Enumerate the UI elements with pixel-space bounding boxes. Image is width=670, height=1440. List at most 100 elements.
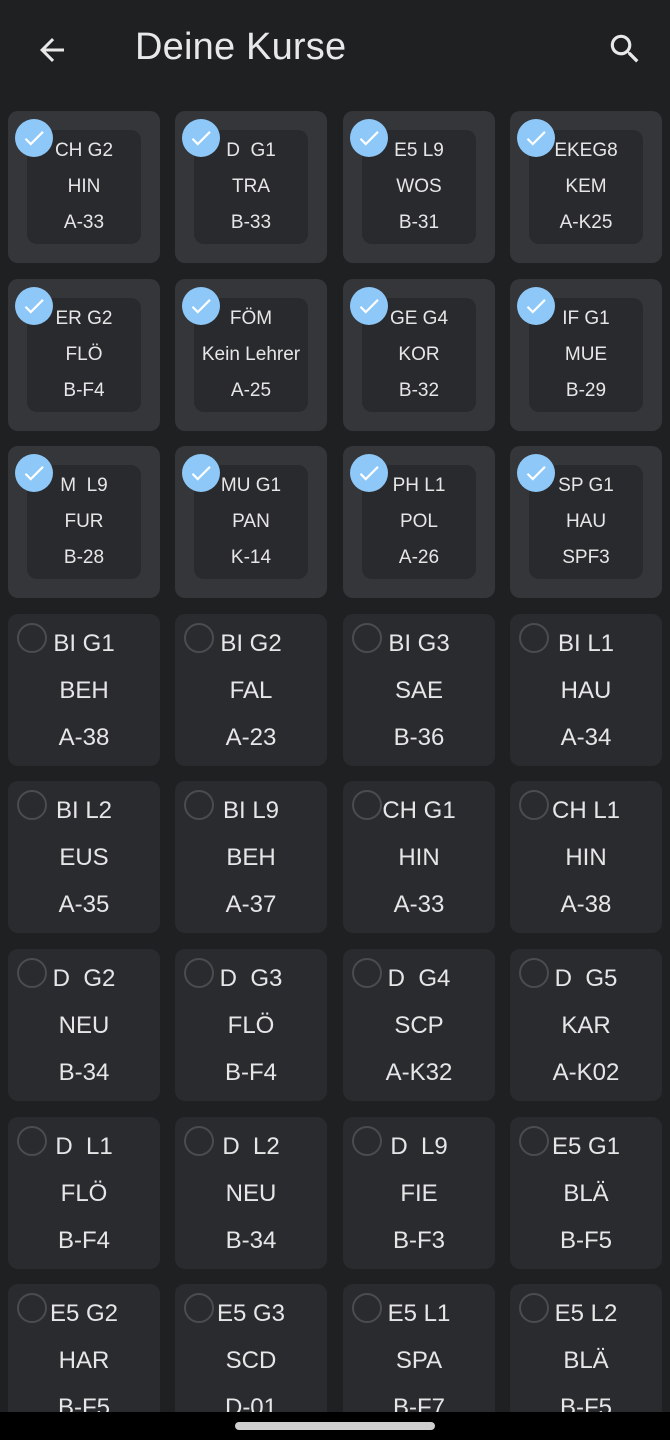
course-card[interactable]: MU G1 PAN K-14 <box>175 446 327 598</box>
radio-unchecked-icon[interactable] <box>519 1126 549 1156</box>
search-icon <box>606 30 644 73</box>
check-icon[interactable] <box>517 454 555 492</box>
course-teacher: KAR <box>561 1011 611 1039</box>
course-teacher: HIN <box>565 843 607 871</box>
course-card[interactable]: FÖM Kein Lehrer A-25 <box>175 279 327 431</box>
course-code: D G1 <box>226 140 276 161</box>
radio-unchecked-icon[interactable] <box>352 623 382 653</box>
course-code: MU G1 <box>220 475 282 496</box>
course-teacher: WOS <box>396 176 442 197</box>
radio-unchecked-icon[interactable] <box>184 958 214 988</box>
course-code: E5 G2 <box>49 1299 119 1327</box>
radio-unchecked-icon[interactable] <box>184 1293 214 1323</box>
course-room: B-F3 <box>392 1226 445 1254</box>
course-card[interactable]: M L9 FUR B-28 <box>8 446 160 598</box>
course-code: BI G1 <box>53 629 115 657</box>
radio-unchecked-icon[interactable] <box>352 958 382 988</box>
course-card[interactable]: D G1 TRA B-33 <box>175 111 327 263</box>
course-card[interactable]: E5 G1 BLÄ B-F5 <box>510 1117 662 1269</box>
radio-unchecked-icon[interactable] <box>519 623 549 653</box>
course-teacher: HAR <box>58 1346 110 1374</box>
course-card[interactable]: D L2 NEU B-34 <box>175 1117 327 1269</box>
check-icon[interactable] <box>182 454 220 492</box>
course-card[interactable]: E5 L9 WOS B-31 <box>343 111 495 263</box>
check-icon[interactable] <box>15 454 53 492</box>
course-card[interactable]: EKEG8 KEM A-K25 <box>510 111 662 263</box>
radio-unchecked-icon[interactable] <box>184 790 214 820</box>
course-card[interactable]: IF G1 MUE B-29 <box>510 279 662 431</box>
course-teacher: SAE <box>394 676 444 704</box>
radio-unchecked-icon[interactable] <box>352 790 382 820</box>
radio-unchecked-icon[interactable] <box>17 1293 47 1323</box>
course-card[interactable]: BI G3 SAE B-36 <box>343 614 495 766</box>
course-card[interactable]: ER G2 FLÖ B-F4 <box>8 279 160 431</box>
course-teacher: BLÄ <box>563 1346 609 1374</box>
check-icon[interactable] <box>182 119 220 157</box>
course-room: A-33 <box>393 890 445 918</box>
course-card[interactable]: D G2 NEU B-34 <box>8 949 160 1101</box>
check-icon[interactable] <box>517 287 555 325</box>
radio-unchecked-icon[interactable] <box>184 623 214 653</box>
course-code: GE G4 <box>389 308 449 329</box>
check-icon[interactable] <box>15 287 53 325</box>
course-card[interactable]: BI G2 FAL A-23 <box>175 614 327 766</box>
system-navigation-bar <box>0 1412 670 1440</box>
course-card[interactable]: PH L1 POL A-26 <box>343 446 495 598</box>
radio-unchecked-icon[interactable] <box>17 1126 47 1156</box>
course-room: B-31 <box>398 212 440 233</box>
course-card[interactable]: GE G4 KOR B-32 <box>343 279 495 431</box>
check-icon[interactable] <box>350 454 388 492</box>
course-teacher: KOR <box>398 344 440 365</box>
course-code: E5 G1 <box>551 1132 621 1160</box>
course-room: B-32 <box>398 380 440 401</box>
course-code: CH G2 <box>54 140 114 161</box>
course-card[interactable]: CH L1 HIN A-38 <box>510 781 662 933</box>
back-button[interactable] <box>22 22 82 82</box>
course-room: B-36 <box>393 723 445 751</box>
course-teacher: HIN <box>398 843 440 871</box>
course-card[interactable]: CH G1 HIN A-33 <box>343 781 495 933</box>
course-card[interactable]: SP G1 HAU SPF3 <box>510 446 662 598</box>
home-gesture-handle[interactable] <box>235 1422 435 1430</box>
course-card[interactable]: D L1 FLÖ B-F4 <box>8 1117 160 1269</box>
radio-unchecked-icon[interactable] <box>519 1293 549 1323</box>
course-card[interactable]: BI G1 BEH A-38 <box>8 614 160 766</box>
radio-unchecked-icon[interactable] <box>352 1126 382 1156</box>
course-teacher: HAU <box>560 676 612 704</box>
course-card[interactable]: BI L9 BEH A-37 <box>175 781 327 933</box>
course-card[interactable]: BI L1 HAU A-34 <box>510 614 662 766</box>
course-code: D L2 <box>222 1132 280 1160</box>
course-card[interactable]: D G5 KAR A-K02 <box>510 949 662 1101</box>
radio-unchecked-icon[interactable] <box>519 958 549 988</box>
course-teacher: FUR <box>64 511 104 532</box>
course-card[interactable]: BI L2 EUS A-35 <box>8 781 160 933</box>
radio-unchecked-icon[interactable] <box>17 623 47 653</box>
check-icon[interactable] <box>350 119 388 157</box>
course-card[interactable]: CH G2 HIN A-33 <box>8 111 160 263</box>
course-code: FÖM <box>229 308 273 329</box>
radio-unchecked-icon[interactable] <box>17 790 47 820</box>
course-code: D L1 <box>55 1132 113 1160</box>
course-teacher: FIE <box>400 1179 438 1207</box>
check-icon[interactable] <box>182 287 220 325</box>
search-button[interactable] <box>596 22 654 80</box>
arrow-left-icon <box>34 32 70 73</box>
radio-unchecked-icon[interactable] <box>519 790 549 820</box>
radio-unchecked-icon[interactable] <box>184 1126 214 1156</box>
course-teacher: BLÄ <box>563 1179 609 1207</box>
course-teacher: FAL <box>229 676 273 704</box>
course-card[interactable]: D G4 SCP A-K32 <box>343 949 495 1101</box>
check-icon[interactable] <box>15 119 53 157</box>
course-room: A-23 <box>225 723 277 751</box>
radio-unchecked-icon[interactable] <box>17 958 47 988</box>
course-card[interactable]: D L9 FIE B-F3 <box>343 1117 495 1269</box>
check-icon[interactable] <box>517 119 555 157</box>
course-code: M L9 <box>60 475 108 496</box>
course-teacher: SPA <box>395 1346 443 1374</box>
check-icon[interactable] <box>350 287 388 325</box>
radio-unchecked-icon[interactable] <box>352 1293 382 1323</box>
course-room: A-35 <box>58 890 110 918</box>
course-card[interactable]: D G3 FLÖ B-F4 <box>175 949 327 1101</box>
course-code: D G4 <box>387 964 451 992</box>
course-room: B-F4 <box>63 380 105 401</box>
